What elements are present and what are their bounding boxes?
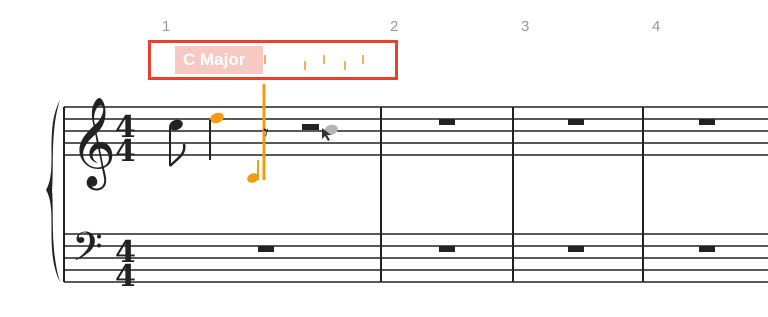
chord-symbol-input[interactable]: C Major xyxy=(148,40,398,80)
whole-rest-m3-treble xyxy=(568,119,584,125)
beat-marker-4 xyxy=(344,61,346,70)
barlines xyxy=(380,107,644,282)
beat-marker-2 xyxy=(304,61,306,70)
whole-rest-m2-treble xyxy=(439,119,455,125)
measure-number-1: 1 xyxy=(162,18,171,35)
measure-number-3: 3 xyxy=(521,18,530,35)
chord-symbol-text[interactable]: C Major xyxy=(175,46,263,74)
whole-rest-m4-bass xyxy=(699,246,715,252)
note-quarter-selected[interactable] xyxy=(209,111,226,160)
beat-marker-5 xyxy=(362,55,364,64)
bass-staff xyxy=(64,233,768,283)
measure-number-2: 2 xyxy=(390,18,399,35)
grand-staff-brace xyxy=(46,100,60,282)
measure-number-4: 4 xyxy=(652,18,661,35)
half-rest-m1-treble xyxy=(302,124,319,130)
bass-clef-icon: 𝄢 xyxy=(72,224,103,280)
bass-time-sig-bottom: 4 xyxy=(115,259,136,294)
treble-clef-icon: 𝄞 xyxy=(70,97,116,191)
whole-rest-m4-treble xyxy=(699,119,715,125)
whole-rest-m2-bass xyxy=(439,246,455,252)
beat-marker-3 xyxy=(323,55,325,64)
eighth-rest: 𝄾 xyxy=(263,121,269,146)
whole-rest-m1-bass xyxy=(258,246,274,252)
treble-time-sig-bottom: 4 xyxy=(115,134,136,169)
note-chord-selected[interactable] xyxy=(246,84,266,184)
beat-marker-1 xyxy=(264,55,266,64)
whole-rest-m3-bass xyxy=(568,246,584,252)
note-eighth-c[interactable] xyxy=(168,118,186,167)
